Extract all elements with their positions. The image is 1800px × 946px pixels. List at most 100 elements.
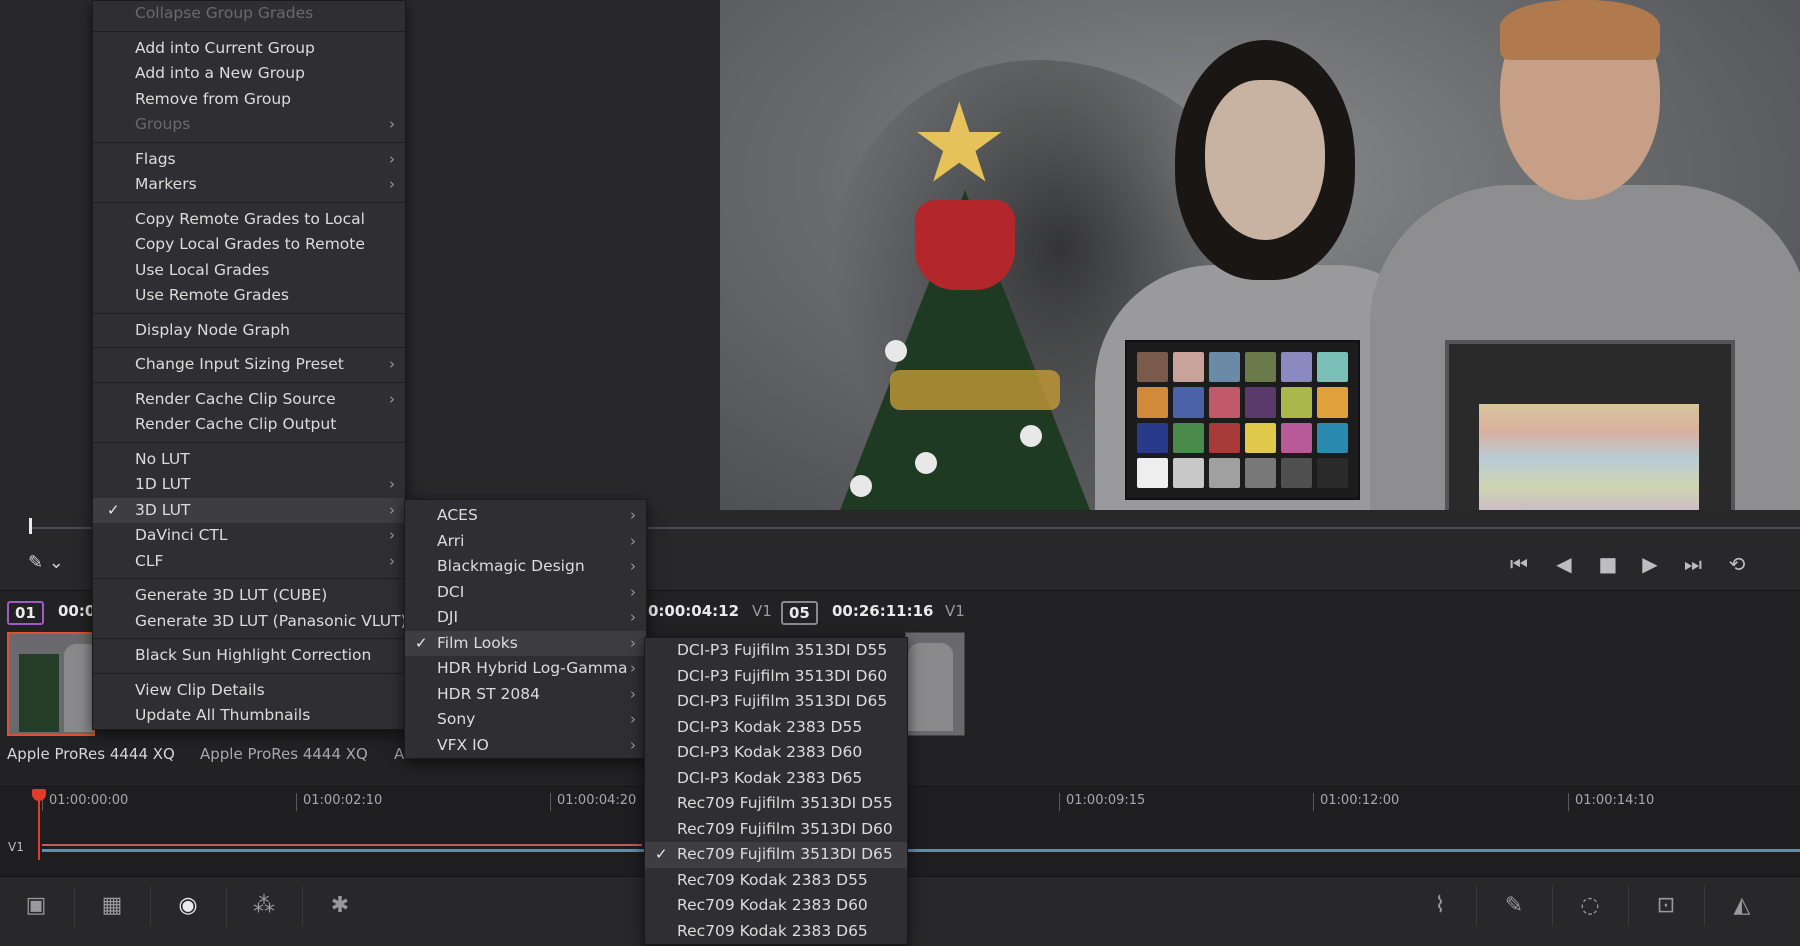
- chevron-right-icon: ›: [630, 710, 636, 728]
- scrub-head[interactable]: [29, 518, 32, 534]
- menu-item-label: 3D LUT: [135, 500, 191, 519]
- menu-item-label: HDR Hybrid Log-Gamma: [437, 659, 628, 677]
- tree-bow: [915, 200, 1015, 290]
- loop-icon[interactable]: ⟲: [1721, 552, 1753, 576]
- menu-item[interactable]: VFX IO ›: [405, 733, 646, 759]
- motion-effects-icon[interactable]: ✱: [320, 888, 360, 924]
- menu-item-label: DJI: [437, 608, 459, 626]
- menu-item[interactable]: 1D LUT ›: [93, 472, 405, 498]
- menu-item[interactable]: HDR Hybrid Log-Gamma ›: [405, 656, 646, 682]
- menu-item[interactable]: ✓ Film Looks ›: [405, 630, 646, 656]
- menu-item[interactable]: DCI-P3 Kodak 2383 D60: [645, 740, 907, 766]
- menu-item[interactable]: Markers ›: [93, 172, 405, 198]
- menu-item-label: VFX IO: [437, 735, 489, 754]
- menu-item[interactable]: Rec709 Fujifilm 3513DI D55: [645, 791, 907, 817]
- menu-item[interactable]: DCI-P3 Fujifilm 3513DI D65: [645, 689, 907, 715]
- menu-item[interactable]: Copy Local Grades to Remote: [93, 232, 405, 258]
- qualifier-icon[interactable]: ✎: [1494, 888, 1534, 924]
- menu-item[interactable]: Rec709 Kodak 2383 D55: [645, 868, 907, 894]
- film-looks-submenu: DCI-P3 Fujifilm 3513DI D55 DCI-P3 Fujifil…: [644, 637, 908, 945]
- toolbar-divider: [302, 886, 303, 926]
- skip-to-start-icon[interactable]: ⏮: [1503, 552, 1535, 576]
- menu-item[interactable]: Display Node Graph: [93, 318, 405, 344]
- clip-track: V1: [752, 602, 772, 620]
- menu-item-label: Film Looks: [437, 633, 518, 652]
- menu-separator: [93, 638, 405, 639]
- menu-item-label: DCI-P3 Fujifilm 3513DI D55: [677, 641, 888, 659]
- menu-item[interactable]: Render Cache Clip Source ›: [93, 387, 405, 413]
- menu-item[interactable]: DCI-P3 Fujifilm 3513DI D60: [645, 664, 907, 690]
- menu-item[interactable]: Sony ›: [405, 707, 646, 733]
- menu-item-label: Remove from Group: [135, 89, 292, 108]
- play-reverse-icon[interactable]: ◀: [1548, 552, 1580, 576]
- menu-item[interactable]: No LUT: [93, 447, 405, 473]
- picker-tool-icon[interactable]: ✎ ⌄: [28, 552, 64, 573]
- menu-item[interactable]: Arri ›: [405, 529, 646, 555]
- stop-icon[interactable]: ■: [1592, 552, 1624, 576]
- menu-item-label: Update All Thumbnails: [135, 706, 311, 724]
- menu-item[interactable]: Use Remote Grades: [93, 283, 405, 309]
- menu-item[interactable]: ✓ 3D LUT ›: [93, 497, 405, 523]
- chevron-right-icon: ›: [389, 175, 395, 193]
- menu-item[interactable]: Generate 3D LUT (CUBE): [93, 583, 405, 609]
- checkmark-icon: ✓: [655, 845, 668, 863]
- menu-item[interactable]: Use Local Grades: [93, 258, 405, 284]
- window-icon[interactable]: ◌: [1570, 888, 1610, 924]
- menu-item[interactable]: Generate 3D LUT (Panasonic VLUT): [93, 609, 407, 635]
- menu-item[interactable]: ✓ Rec709 Fujifilm 3513DI D65: [645, 842, 907, 868]
- play-icon[interactable]: ▶: [1634, 552, 1666, 576]
- curves-icon[interactable]: ⌇: [1420, 888, 1460, 924]
- menu-item-label: DCI-P3 Kodak 2383 D60: [677, 743, 863, 761]
- menu-item[interactable]: Add into a New Group: [93, 61, 405, 87]
- blur-icon[interactable]: ◭: [1722, 888, 1762, 924]
- video-viewer[interactable]: ★: [720, 0, 1800, 510]
- menu-item[interactable]: DJI ›: [405, 605, 646, 631]
- menu-item[interactable]: DCI-P3 Kodak 2383 D65: [645, 766, 907, 792]
- menu-item[interactable]: DCI ›: [405, 580, 646, 606]
- menu-item[interactable]: Copy Remote Grades to Local: [93, 207, 405, 233]
- menu-separator: [93, 347, 405, 348]
- menu-item[interactable]: Render Cache Clip Output: [93, 412, 405, 438]
- clip-thumbnail[interactable]: [7, 632, 95, 736]
- menu-item[interactable]: HDR ST 2084 ›: [405, 682, 646, 708]
- menu-item[interactable]: View Clip Details: [93, 678, 405, 704]
- menu-item[interactable]: Update All Thumbnails: [93, 703, 405, 729]
- menu-item[interactable]: Rec709 Kodak 2383 D60: [645, 893, 907, 919]
- menu-item-label: Render Cache Clip Source: [135, 389, 336, 408]
- color-checker-chart: [1125, 340, 1360, 500]
- menu-item[interactable]: CLF ›: [93, 549, 405, 575]
- tree-garland: [890, 370, 1060, 410]
- menu-item[interactable]: Add into Current Group: [93, 36, 405, 62]
- menu-item-label: ACES: [437, 506, 478, 524]
- menu-item-label: Blackmagic Design: [437, 557, 585, 575]
- menu-item-label: Add into a New Group: [135, 64, 305, 82]
- menu-item[interactable]: Rec709 Kodak 2383 D65: [645, 919, 907, 945]
- menu-item[interactable]: DaVinci CTL ›: [93, 523, 405, 549]
- menu-item-label: Display Node Graph: [135, 320, 290, 339]
- menu-item-label: Copy Local Grades to Remote: [135, 235, 365, 253]
- menu-item[interactable]: DCI-P3 Fujifilm 3513DI D55: [645, 638, 907, 664]
- timecode-label: 01:00:00:00: [42, 793, 128, 811]
- menu-item[interactable]: ACES ›: [405, 503, 646, 529]
- menu-item[interactable]: Black Sun Highlight Correction: [93, 643, 405, 669]
- color-match-icon[interactable]: ▦: [92, 888, 132, 924]
- menu-item-label: Arri: [437, 531, 465, 550]
- skip-to-end-icon[interactable]: ⏭: [1677, 552, 1709, 576]
- tracker-icon[interactable]: ⊡: [1646, 888, 1686, 924]
- menu-item[interactable]: Blackmagic Design ›: [405, 554, 646, 580]
- menu-item-label: HDR ST 2084: [437, 684, 540, 703]
- color-wheels-icon[interactable]: ◉: [168, 888, 208, 924]
- menu-item[interactable]: Flags ›: [93, 147, 405, 173]
- ornament: [915, 452, 937, 474]
- camera-raw-icon[interactable]: ▣: [16, 888, 56, 924]
- menu-item[interactable]: DCI-P3 Kodak 2383 D55: [645, 715, 907, 741]
- menu-item[interactable]: Remove from Group: [93, 87, 405, 113]
- menu-item-label: CLF: [135, 551, 164, 570]
- clip-track: V1: [945, 602, 965, 620]
- menu-item-label: Rec709 Fujifilm 3513DI D65: [677, 845, 893, 863]
- menu-item[interactable]: Change Input Sizing Preset ›: [93, 352, 405, 378]
- clip-context-menu: Collapse Group Grades Add into Current Gr…: [92, 0, 407, 730]
- clip-thumbnail[interactable]: [905, 632, 965, 736]
- rgb-mixer-icon[interactable]: ⁂: [244, 888, 284, 924]
- menu-item[interactable]: Rec709 Fujifilm 3513DI D60: [645, 817, 907, 843]
